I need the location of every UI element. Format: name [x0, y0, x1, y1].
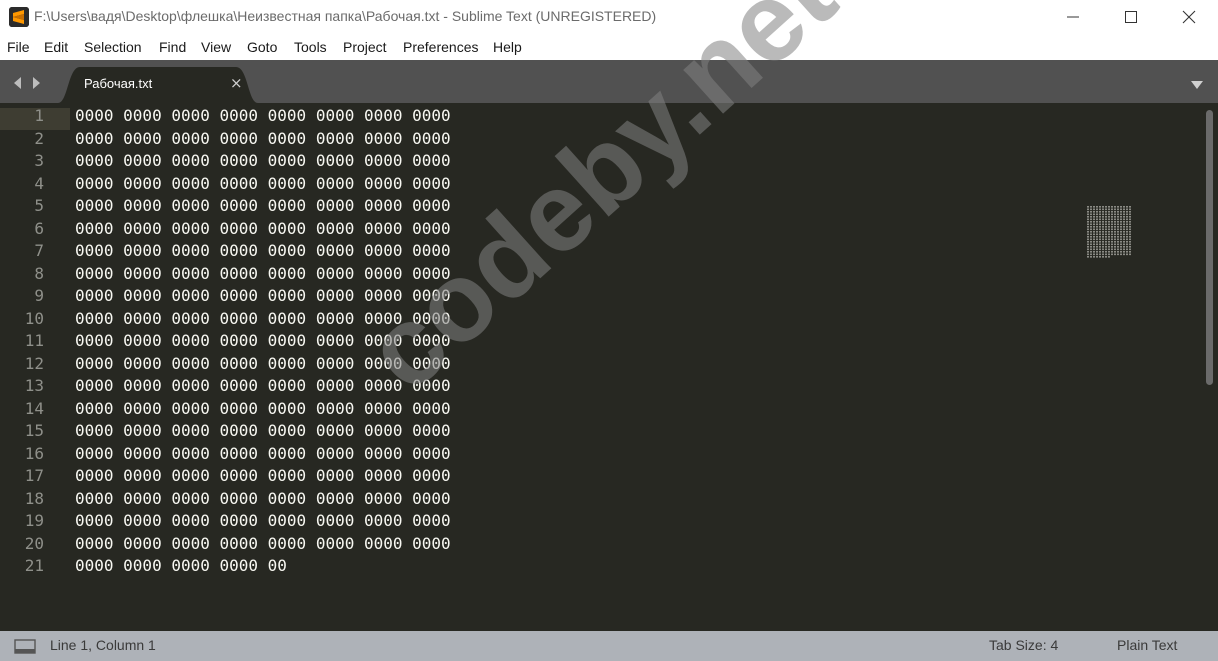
menu-tools[interactable]: Tools: [294, 39, 327, 55]
code-line[interactable]: 0000 0000 0000 0000 0000 0000 0000 0000: [75, 264, 451, 283]
line-number: 2: [34, 128, 44, 148]
tab-size[interactable]: Tab Size: 4: [989, 637, 1058, 653]
line-number: 7: [34, 241, 44, 260]
line-number: 12: [24, 353, 44, 373]
line-number: 13: [24, 376, 44, 395]
title-bar: F:\Users\вадя\Desktop\флешка\Неизвестная…: [0, 0, 1218, 34]
line-number: 14: [24, 398, 44, 418]
code-line[interactable]: 0000 0000 0000 0000 0000 0000 0000 0000: [75, 354, 451, 373]
line-number: 5: [34, 196, 44, 215]
code-line[interactable]: 0000 0000 0000 0000 0000 0000 0000 0000: [75, 174, 451, 193]
code-line[interactable]: 0000 0000 0000 0000 0000 0000 0000 0000: [75, 241, 451, 260]
minimize-icon: [1067, 16, 1079, 18]
menu-view[interactable]: View: [201, 39, 231, 55]
code-line[interactable]: 0000 0000 0000 0000 0000 0000 0000 0000: [75, 534, 451, 553]
code-line[interactable]: 0000 0000 0000 0000 00: [75, 556, 287, 575]
menu-bar: File Edit Selection Find View Goto Tools…: [0, 34, 1218, 60]
menu-help[interactable]: Help: [493, 39, 522, 55]
line-number: 4: [34, 173, 44, 193]
code-line[interactable]: 0000 0000 0000 0000 0000 0000 0000 0000: [75, 466, 451, 485]
close-icon: [1182, 10, 1196, 24]
editor[interactable]: 1 2 3 4 5 6 7 8 9 10 11 12 13 14 15 16 17 18 19 20 21 0000 0…: [0, 103, 1218, 631]
menu-preferences[interactable]: Preferences: [403, 39, 478, 55]
menu-file[interactable]: File: [7, 39, 30, 55]
code-line[interactable]: 0000 0000 0000 0000 0000 0000 0000 0000: [75, 106, 451, 125]
tab-nav-arrows-icon[interactable]: [12, 75, 44, 94]
menu-find[interactable]: Find: [159, 39, 186, 55]
line-number: 9: [34, 286, 44, 305]
maximize-icon: [1125, 11, 1137, 23]
code-line[interactable]: 0000 0000 0000 0000 0000 0000 0000 0000: [75, 286, 451, 305]
panel-toggle-icon[interactable]: [14, 639, 36, 659]
code-line[interactable]: 0000 0000 0000 0000 0000 0000 0000 0000: [75, 219, 451, 238]
menu-selection[interactable]: Selection: [84, 39, 142, 55]
status-bar: Line 1, Column 1 Tab Size: 4 Plain Text: [0, 631, 1218, 661]
tab-close-button[interactable]: ×: [230, 74, 243, 92]
line-number: 20: [24, 533, 44, 553]
menu-project[interactable]: Project: [343, 39, 387, 55]
line-number: 6: [34, 218, 44, 238]
code-line[interactable]: 0000 0000 0000 0000 0000 0000 0000 0000: [75, 331, 451, 350]
vertical-scrollbar[interactable]: [1206, 110, 1213, 385]
menu-edit[interactable]: Edit: [44, 39, 68, 55]
code-line[interactable]: 0000 0000 0000 0000 0000 0000 0000 0000: [75, 511, 451, 530]
code-line[interactable]: 0000 0000 0000 0000 0000 0000 0000 0000: [75, 376, 451, 395]
line-number: 15: [24, 421, 44, 440]
window-title: F:\Users\вадя\Desktop\флешка\Неизвестная…: [34, 8, 657, 24]
line-number: 21: [24, 556, 44, 575]
line-number: 3: [34, 151, 44, 170]
close-window-button[interactable]: [1160, 0, 1218, 34]
menu-goto[interactable]: Goto: [247, 39, 277, 55]
minimap[interactable]: [1087, 206, 1131, 258]
sublime-text-icon: [9, 7, 29, 27]
code-line[interactable]: 0000 0000 0000 0000 0000 0000 0000 0000: [75, 309, 451, 328]
code-line[interactable]: 0000 0000 0000 0000 0000 0000 0000 0000: [75, 129, 451, 148]
code-line[interactable]: 0000 0000 0000 0000 0000 0000 0000 0000: [75, 151, 451, 170]
maximize-button[interactable]: [1102, 0, 1160, 34]
tab-bar: [0, 60, 1218, 103]
line-number: 19: [24, 511, 44, 530]
line-number: 11: [24, 331, 44, 350]
tab-dropdown-icon[interactable]: [1190, 75, 1204, 94]
code-line[interactable]: 0000 0000 0000 0000 0000 0000 0000 0000: [75, 421, 451, 440]
line-number: 16: [24, 443, 44, 463]
code-line[interactable]: 0000 0000 0000 0000 0000 0000 0000 0000: [75, 399, 451, 418]
line-number: 8: [34, 263, 44, 283]
tab-label[interactable]: Рабочая.txt: [84, 76, 152, 91]
code-line[interactable]: 0000 0000 0000 0000 0000 0000 0000 0000: [75, 444, 451, 463]
line-number: 1: [34, 106, 44, 125]
code-line[interactable]: 0000 0000 0000 0000 0000 0000 0000 0000: [75, 196, 451, 215]
line-number: 17: [24, 466, 44, 485]
minimize-button[interactable]: [1044, 0, 1102, 34]
syntax-mode[interactable]: Plain Text: [1117, 637, 1177, 653]
code-line[interactable]: 0000 0000 0000 0000 0000 0000 0000 0000: [75, 489, 451, 508]
line-number: 10: [24, 308, 44, 328]
line-number: 18: [24, 488, 44, 508]
cursor-position: Line 1, Column 1: [50, 637, 156, 653]
